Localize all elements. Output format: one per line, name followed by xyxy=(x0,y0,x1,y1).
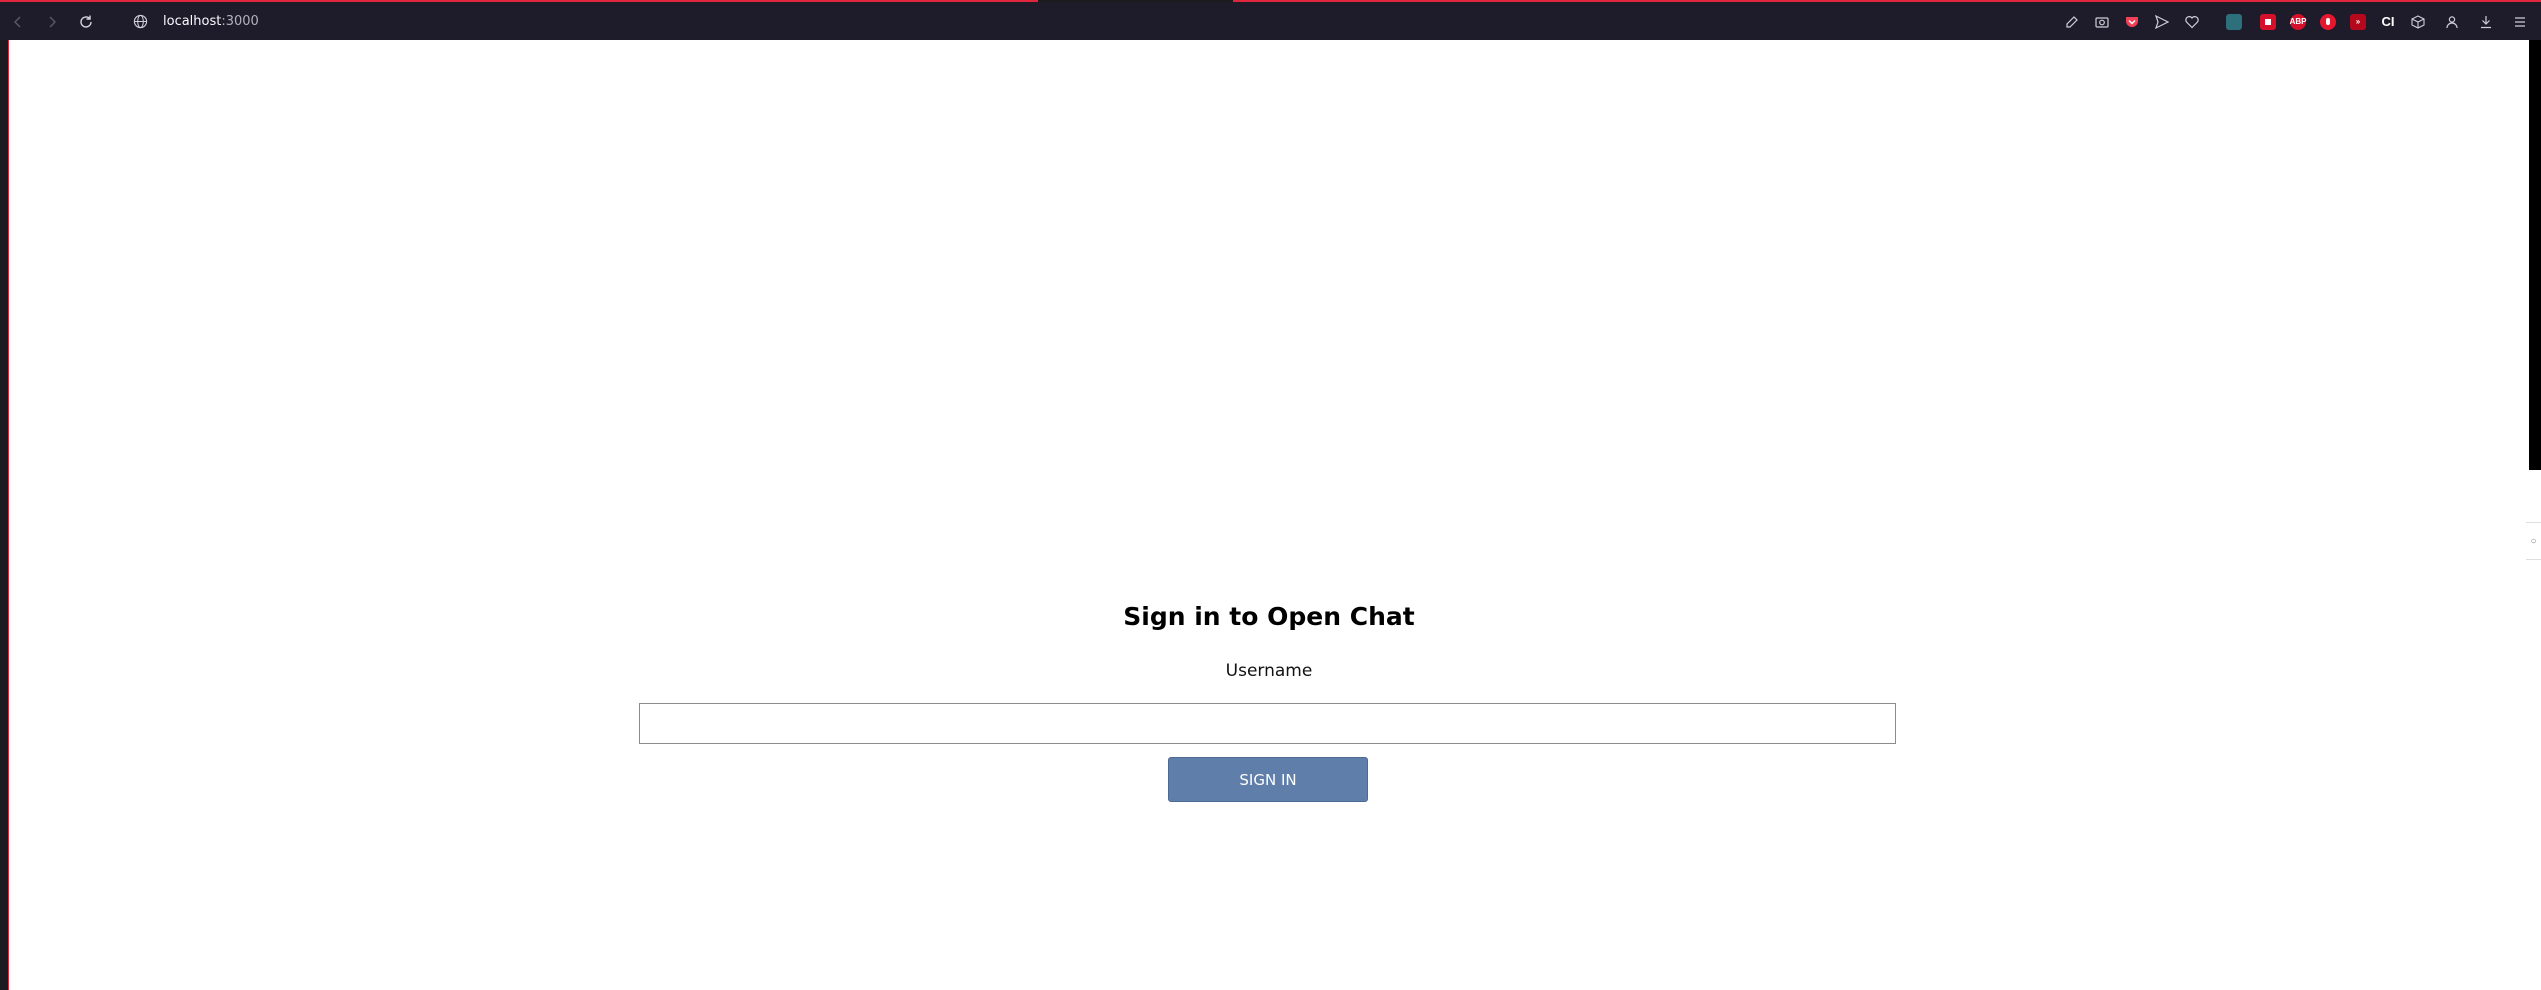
side-tab-icon: ○ xyxy=(2530,535,2537,547)
forward-arrow-icon[interactable] xyxy=(38,8,66,36)
browser-toolbar: localhost:3000 ABP » CI xyxy=(0,3,2541,40)
back-arrow-icon[interactable] xyxy=(4,8,32,36)
red-box-icon[interactable]: » xyxy=(2345,9,2371,35)
screenshot-icon[interactable] xyxy=(2089,9,2115,35)
username-input[interactable] xyxy=(639,703,1896,744)
red-drop-icon[interactable] xyxy=(2315,9,2341,35)
download-icon[interactable] xyxy=(2473,9,2499,35)
url-text[interactable]: localhost:3000 xyxy=(163,14,259,29)
send-icon[interactable] xyxy=(2149,9,2175,35)
cube-icon[interactable] xyxy=(2405,9,2431,35)
url-port: :3000 xyxy=(221,14,259,29)
tab-indicator xyxy=(1233,0,2541,2)
ci-icon[interactable]: CI xyxy=(2375,9,2401,35)
toolbar-right-icons: ABP » CI xyxy=(2057,3,2541,40)
account-icon[interactable] xyxy=(2439,9,2465,35)
red-extension-icon[interactable] xyxy=(2255,9,2281,35)
address-bar[interactable]: localhost:3000 xyxy=(115,8,2065,35)
menu-icon[interactable] xyxy=(2507,9,2533,35)
page-title: Sign in to Open Chat xyxy=(1123,602,1415,631)
reload-icon[interactable] xyxy=(72,8,100,36)
globe-icon xyxy=(131,13,149,31)
pocket-icon[interactable] xyxy=(2119,9,2145,35)
page-content: Sign in to Open Chat Username SIGN IN xyxy=(9,40,2529,990)
username-label: Username xyxy=(1225,661,1313,681)
page-scrollbar[interactable] xyxy=(2529,40,2541,470)
sign-in-button[interactable]: SIGN IN xyxy=(1168,757,1368,802)
side-tab-handle[interactable]: ○ xyxy=(2526,522,2541,560)
heart-icon[interactable] xyxy=(2179,9,2205,35)
active-tab-indicator xyxy=(0,0,1038,2)
browser-window: localhost:3000 ABP » CI Sign in to Open … xyxy=(0,0,2541,990)
edit-icon[interactable] xyxy=(2059,9,2085,35)
abp-icon[interactable]: ABP xyxy=(2285,9,2311,35)
container-icon[interactable] xyxy=(2221,9,2247,35)
url-host: localhost xyxy=(163,14,222,29)
